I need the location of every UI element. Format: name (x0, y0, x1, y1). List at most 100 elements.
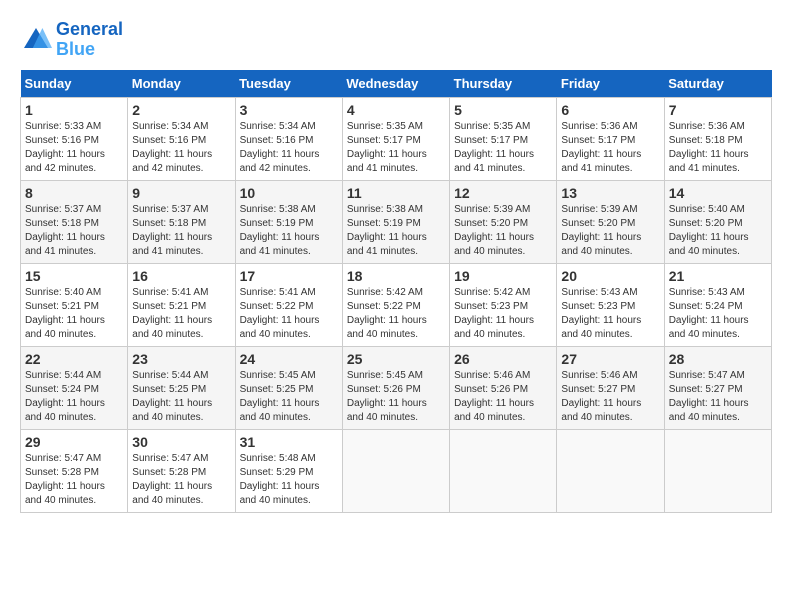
calendar-cell: 23 Sunrise: 5:44 AM Sunset: 5:25 PM Dayl… (128, 346, 235, 429)
calendar-cell: 22 Sunrise: 5:44 AM Sunset: 5:24 PM Dayl… (21, 346, 128, 429)
calendar-cell (664, 429, 771, 512)
day-info: Sunrise: 5:47 AM Sunset: 5:28 PM Dayligh… (132, 452, 230, 508)
day-number: 16 (132, 268, 230, 284)
calendar-cell: 26 Sunrise: 5:46 AM Sunset: 5:26 PM Dayl… (450, 346, 557, 429)
day-info: Sunrise: 5:39 AM Sunset: 5:20 PM Dayligh… (561, 203, 659, 259)
day-number: 26 (454, 351, 552, 367)
day-info: Sunrise: 5:42 AM Sunset: 5:22 PM Dayligh… (347, 286, 445, 342)
day-info: Sunrise: 5:41 AM Sunset: 5:22 PM Dayligh… (240, 286, 338, 342)
day-number: 21 (669, 268, 767, 284)
calendar-cell: 13 Sunrise: 5:39 AM Sunset: 5:20 PM Dayl… (557, 180, 664, 263)
day-number: 23 (132, 351, 230, 367)
day-info: Sunrise: 5:47 AM Sunset: 5:28 PM Dayligh… (25, 452, 123, 508)
calendar-cell: 12 Sunrise: 5:39 AM Sunset: 5:20 PM Dayl… (450, 180, 557, 263)
weekday-header-tuesday: Tuesday (235, 70, 342, 98)
calendar-cell: 16 Sunrise: 5:41 AM Sunset: 5:21 PM Dayl… (128, 263, 235, 346)
day-number: 18 (347, 268, 445, 284)
day-info: Sunrise: 5:36 AM Sunset: 5:18 PM Dayligh… (669, 120, 767, 176)
logo: General Blue (20, 20, 123, 60)
weekday-header-saturday: Saturday (664, 70, 771, 98)
calendar-cell: 17 Sunrise: 5:41 AM Sunset: 5:22 PM Dayl… (235, 263, 342, 346)
day-number: 14 (669, 185, 767, 201)
calendar-cell: 31 Sunrise: 5:48 AM Sunset: 5:29 PM Dayl… (235, 429, 342, 512)
day-number: 12 (454, 185, 552, 201)
day-info: Sunrise: 5:45 AM Sunset: 5:25 PM Dayligh… (240, 369, 338, 425)
day-number: 22 (25, 351, 123, 367)
weekday-header-thursday: Thursday (450, 70, 557, 98)
logo-text: General Blue (56, 20, 123, 60)
calendar-cell: 7 Sunrise: 5:36 AM Sunset: 5:18 PM Dayli… (664, 97, 771, 180)
calendar-cell: 4 Sunrise: 5:35 AM Sunset: 5:17 PM Dayli… (342, 97, 449, 180)
day-number: 30 (132, 434, 230, 450)
day-number: 17 (240, 268, 338, 284)
day-number: 10 (240, 185, 338, 201)
calendar-table: SundayMondayTuesdayWednesdayThursdayFrid… (20, 70, 772, 513)
calendar-cell: 27 Sunrise: 5:46 AM Sunset: 5:27 PM Dayl… (557, 346, 664, 429)
day-number: 20 (561, 268, 659, 284)
day-number: 3 (240, 102, 338, 118)
day-number: 13 (561, 185, 659, 201)
day-info: Sunrise: 5:47 AM Sunset: 5:27 PM Dayligh… (669, 369, 767, 425)
day-info: Sunrise: 5:37 AM Sunset: 5:18 PM Dayligh… (132, 203, 230, 259)
day-number: 5 (454, 102, 552, 118)
weekday-header-sunday: Sunday (21, 70, 128, 98)
calendar-cell: 1 Sunrise: 5:33 AM Sunset: 5:16 PM Dayli… (21, 97, 128, 180)
calendar-cell: 9 Sunrise: 5:37 AM Sunset: 5:18 PM Dayli… (128, 180, 235, 263)
day-number: 1 (25, 102, 123, 118)
calendar-cell: 30 Sunrise: 5:47 AM Sunset: 5:28 PM Dayl… (128, 429, 235, 512)
day-info: Sunrise: 5:43 AM Sunset: 5:24 PM Dayligh… (669, 286, 767, 342)
day-info: Sunrise: 5:46 AM Sunset: 5:27 PM Dayligh… (561, 369, 659, 425)
day-info: Sunrise: 5:42 AM Sunset: 5:23 PM Dayligh… (454, 286, 552, 342)
calendar-week-5: 29 Sunrise: 5:47 AM Sunset: 5:28 PM Dayl… (21, 429, 772, 512)
day-info: Sunrise: 5:45 AM Sunset: 5:26 PM Dayligh… (347, 369, 445, 425)
weekday-header-friday: Friday (557, 70, 664, 98)
weekday-header-monday: Monday (128, 70, 235, 98)
day-number: 11 (347, 185, 445, 201)
calendar-cell: 25 Sunrise: 5:45 AM Sunset: 5:26 PM Dayl… (342, 346, 449, 429)
calendar-cell: 6 Sunrise: 5:36 AM Sunset: 5:17 PM Dayli… (557, 97, 664, 180)
calendar-week-1: 1 Sunrise: 5:33 AM Sunset: 5:16 PM Dayli… (21, 97, 772, 180)
day-info: Sunrise: 5:48 AM Sunset: 5:29 PM Dayligh… (240, 452, 338, 508)
day-number: 7 (669, 102, 767, 118)
day-number: 8 (25, 185, 123, 201)
calendar-week-4: 22 Sunrise: 5:44 AM Sunset: 5:24 PM Dayl… (21, 346, 772, 429)
day-number: 24 (240, 351, 338, 367)
day-number: 27 (561, 351, 659, 367)
day-info: Sunrise: 5:39 AM Sunset: 5:20 PM Dayligh… (454, 203, 552, 259)
calendar-cell: 11 Sunrise: 5:38 AM Sunset: 5:19 PM Dayl… (342, 180, 449, 263)
page-header: General Blue (20, 20, 772, 60)
calendar-cell: 2 Sunrise: 5:34 AM Sunset: 5:16 PM Dayli… (128, 97, 235, 180)
calendar-cell: 20 Sunrise: 5:43 AM Sunset: 5:23 PM Dayl… (557, 263, 664, 346)
day-number: 29 (25, 434, 123, 450)
day-info: Sunrise: 5:33 AM Sunset: 5:16 PM Dayligh… (25, 120, 123, 176)
calendar-cell: 14 Sunrise: 5:40 AM Sunset: 5:20 PM Dayl… (664, 180, 771, 263)
day-info: Sunrise: 5:35 AM Sunset: 5:17 PM Dayligh… (454, 120, 552, 176)
calendar-cell: 19 Sunrise: 5:42 AM Sunset: 5:23 PM Dayl… (450, 263, 557, 346)
calendar-cell: 10 Sunrise: 5:38 AM Sunset: 5:19 PM Dayl… (235, 180, 342, 263)
calendar-cell: 28 Sunrise: 5:47 AM Sunset: 5:27 PM Dayl… (664, 346, 771, 429)
day-info: Sunrise: 5:34 AM Sunset: 5:16 PM Dayligh… (240, 120, 338, 176)
day-number: 2 (132, 102, 230, 118)
day-number: 9 (132, 185, 230, 201)
calendar-cell: 29 Sunrise: 5:47 AM Sunset: 5:28 PM Dayl… (21, 429, 128, 512)
day-number: 19 (454, 268, 552, 284)
day-info: Sunrise: 5:40 AM Sunset: 5:20 PM Dayligh… (669, 203, 767, 259)
calendar-cell: 8 Sunrise: 5:37 AM Sunset: 5:18 PM Dayli… (21, 180, 128, 263)
day-info: Sunrise: 5:38 AM Sunset: 5:19 PM Dayligh… (347, 203, 445, 259)
day-number: 25 (347, 351, 445, 367)
day-info: Sunrise: 5:36 AM Sunset: 5:17 PM Dayligh… (561, 120, 659, 176)
calendar-week-3: 15 Sunrise: 5:40 AM Sunset: 5:21 PM Dayl… (21, 263, 772, 346)
calendar-cell (342, 429, 449, 512)
calendar-cell: 21 Sunrise: 5:43 AM Sunset: 5:24 PM Dayl… (664, 263, 771, 346)
day-info: Sunrise: 5:38 AM Sunset: 5:19 PM Dayligh… (240, 203, 338, 259)
day-number: 4 (347, 102, 445, 118)
day-info: Sunrise: 5:43 AM Sunset: 5:23 PM Dayligh… (561, 286, 659, 342)
calendar-cell: 15 Sunrise: 5:40 AM Sunset: 5:21 PM Dayl… (21, 263, 128, 346)
day-info: Sunrise: 5:44 AM Sunset: 5:24 PM Dayligh… (25, 369, 123, 425)
day-number: 15 (25, 268, 123, 284)
day-number: 6 (561, 102, 659, 118)
day-info: Sunrise: 5:44 AM Sunset: 5:25 PM Dayligh… (132, 369, 230, 425)
day-info: Sunrise: 5:35 AM Sunset: 5:17 PM Dayligh… (347, 120, 445, 176)
calendar-cell: 24 Sunrise: 5:45 AM Sunset: 5:25 PM Dayl… (235, 346, 342, 429)
day-info: Sunrise: 5:40 AM Sunset: 5:21 PM Dayligh… (25, 286, 123, 342)
